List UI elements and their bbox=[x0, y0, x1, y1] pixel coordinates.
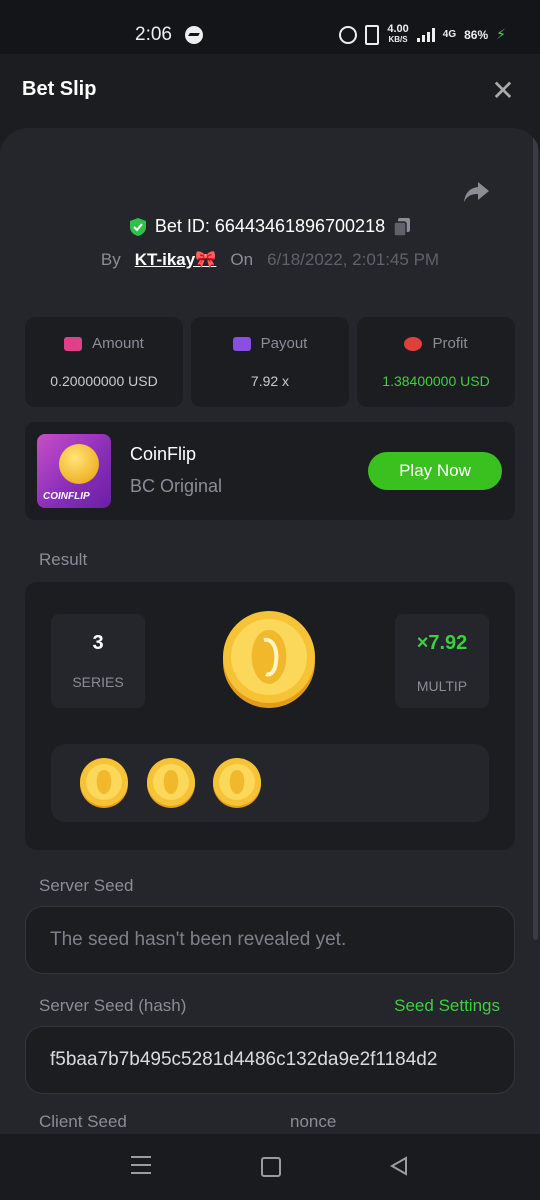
on-label: On bbox=[230, 250, 254, 269]
history-coin-icon bbox=[213, 758, 261, 808]
amount-icon bbox=[64, 336, 83, 351]
network-speed: 4.00 KB/S bbox=[387, 24, 408, 45]
share-icon[interactable] bbox=[462, 180, 490, 204]
bet-meta-row: By KT-ikay🎀 On 6/18/2022, 2:01:45 PM bbox=[0, 250, 540, 270]
copy-icon[interactable] bbox=[393, 217, 411, 237]
multiplier-label: MULTIP bbox=[416, 678, 468, 694]
alarm-icon bbox=[339, 25, 358, 44]
history-coin-icon bbox=[80, 758, 128, 808]
bet-slip-sheet: Bet ID: 66443461896700218 By KT-ikay🎀 On… bbox=[0, 128, 540, 1134]
user-link[interactable]: KT-ikay🎀 bbox=[135, 250, 217, 270]
game-thumbnail[interactable]: COINFLIP bbox=[37, 434, 111, 508]
system-nav-bar bbox=[0, 1134, 540, 1200]
play-now-button[interactable]: Play Now bbox=[368, 452, 502, 490]
payout-value: 7.92 x bbox=[250, 373, 290, 389]
speed-value: 4.00 bbox=[387, 23, 409, 35]
close-icon[interactable]: ✕ bbox=[490, 77, 516, 105]
payout-card: Payout 7.92 x bbox=[191, 317, 349, 407]
thumbnail-label: COINFLIP bbox=[43, 491, 90, 502]
multiplier-value: ×7.92 bbox=[416, 632, 468, 654]
network-type: 4G bbox=[442, 29, 457, 40]
game-subtitle: BC Original bbox=[130, 476, 223, 496]
bet-id: Bet ID: 66443461896700218 bbox=[154, 216, 386, 236]
profit-card: Profit 1.38400000 USD bbox=[357, 317, 515, 407]
profit-label: Profit bbox=[432, 335, 468, 352]
amount-label-row: Amount bbox=[25, 335, 183, 352]
back-icon[interactable] bbox=[390, 1156, 408, 1176]
series-box: 3 SERIES bbox=[51, 614, 145, 708]
server-seed-field[interactable]: The seed hasn't been revealed yet. bbox=[25, 906, 515, 974]
amount-card: Amount 0.20000000 USD bbox=[25, 317, 183, 407]
seed-settings-link[interactable]: Seed Settings bbox=[394, 996, 500, 1016]
amount-value: 0.20000000 USD bbox=[50, 373, 158, 389]
by-label: By bbox=[100, 250, 121, 269]
vibrate-icon bbox=[365, 24, 380, 45]
series-label: SERIES bbox=[72, 674, 124, 690]
profit-icon bbox=[404, 336, 423, 351]
page-title: Bet Slip bbox=[22, 78, 97, 100]
home-icon[interactable] bbox=[261, 1157, 281, 1177]
history-coin-icon bbox=[147, 758, 195, 808]
result-label: Result bbox=[39, 550, 88, 569]
result-panel: 3 SERIES ×7.92 MULTIP bbox=[25, 582, 515, 850]
multiplier-box: ×7.92 MULTIP bbox=[395, 614, 489, 708]
server-seed-hash-field[interactable]: f5baa7b7b495c5281d4486c132da9e2f1184d2 bbox=[25, 1026, 515, 1094]
server-seed-hash-label: Server Seed (hash) bbox=[39, 996, 187, 1015]
coin-icon bbox=[59, 444, 99, 484]
messenger-icon bbox=[185, 26, 203, 44]
signal-icon bbox=[416, 27, 435, 42]
game-name: CoinFlip bbox=[130, 444, 197, 464]
series-value: 3 bbox=[92, 632, 104, 654]
amount-label: Amount bbox=[92, 335, 144, 352]
payout-icon bbox=[232, 336, 251, 351]
profit-label-row: Profit bbox=[357, 335, 515, 352]
header: Bet Slip ✕ bbox=[0, 54, 540, 128]
game-card: COINFLIP CoinFlip BC Original Play Now bbox=[25, 422, 515, 520]
nonce-label: nonce bbox=[290, 1112, 337, 1131]
bet-date: 6/18/2022, 2:01:45 PM bbox=[267, 250, 440, 269]
profit-value: 1.38400000 USD bbox=[382, 373, 490, 389]
shield-check-icon bbox=[129, 217, 146, 236]
bet-id-row: Bet ID: 66443461896700218 bbox=[0, 216, 540, 237]
status-time: 2:06 bbox=[135, 24, 172, 45]
status-icons: 4.00 KB/S 4G 86% ⚡ bbox=[339, 24, 506, 45]
status-bar: 2:06 4.00 KB/S 4G 86% ⚡ bbox=[0, 0, 540, 54]
battery-level: 86% bbox=[464, 27, 489, 42]
charging-icon: ⚡ bbox=[496, 26, 506, 42]
speed-unit: KB/S bbox=[388, 35, 408, 44]
server-seed-label: Server Seed bbox=[39, 876, 134, 895]
coin-result-icon bbox=[223, 611, 315, 708]
coin-history-row bbox=[51, 744, 489, 822]
payout-label: Payout bbox=[260, 335, 308, 352]
recent-apps-icon[interactable] bbox=[131, 1156, 151, 1174]
payout-label-row: Payout bbox=[191, 335, 349, 352]
client-seed-label: Client Seed bbox=[39, 1112, 127, 1131]
